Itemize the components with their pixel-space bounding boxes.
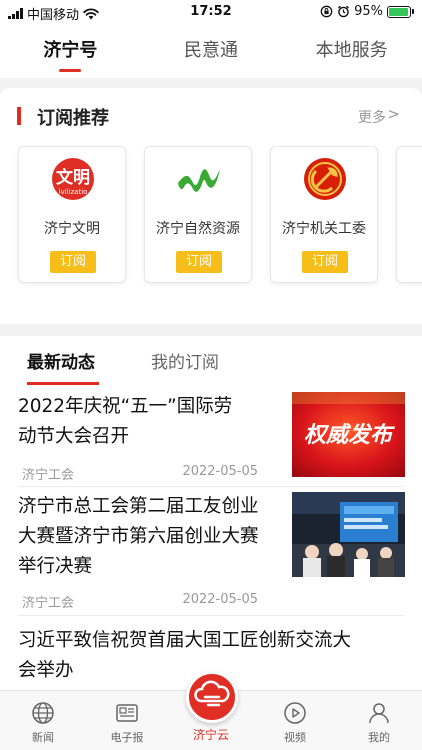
active-tab-indicator [27, 382, 99, 385]
tab-latest[interactable]: 最新动态 [27, 348, 95, 373]
section-accent-bar [17, 107, 21, 125]
alarm-icon [338, 5, 350, 18]
globe-icon [32, 702, 54, 724]
subscribe-item-name: 济宁文明 [44, 221, 100, 237]
subscribe-list: 文明 ivilizatio 济宁文明 订阅 济宁自然资源 订阅 济宁机关工委 订… [18, 146, 422, 283]
cloud-button [186, 671, 238, 723]
user-icon [369, 703, 389, 724]
more-link[interactable]: 更多 [358, 107, 386, 127]
subscribe-recommend-card: 订阅推荐 更多 > 文明 ivilizatio 济宁文明 订阅 济宁自然资源 订… [0, 88, 422, 324]
news-thumbnail: 权威发布 [292, 392, 405, 477]
subscribe-item-name: 济宁自然资源 [156, 221, 240, 237]
nav-label: 视频 [284, 731, 306, 744]
subscribe-title: 订阅推荐 [37, 108, 109, 129]
natural-resources-logo [176, 157, 222, 201]
subscribe-item-jining-natural-resources[interactable]: 济宁自然资源 订阅 [144, 146, 252, 283]
news-source: 济宁工会 [22, 596, 75, 611]
news-title: 2022年庆祝“五一”国际劳 动节大会召开 [18, 396, 233, 447]
bottom-nav: 新闻 电子报 济宁云 视频 我的 [0, 671, 422, 750]
status-bar: 中国移动 17:52 95% [0, 0, 422, 24]
nav-label: 我的 [368, 731, 390, 744]
news-date: 2022-05-05 [182, 464, 258, 479]
nav-label: 新闻 [32, 731, 54, 744]
tab-jining-hao[interactable]: 济宁号 [0, 24, 141, 78]
news-date: 2022-05-05 [182, 592, 258, 607]
nav-epaper[interactable]: 电子报 [92, 691, 162, 750]
svg-text:文明: 文明 [56, 167, 90, 188]
divider [18, 486, 404, 487]
orientation-lock-icon [320, 5, 333, 18]
news-item[interactable]: 济宁市总工会第二届工友创业 大赛暨济宁市第六届创业大赛 举行决赛 济宁工会 20… [0, 488, 422, 615]
news-item[interactable]: 2022年庆祝“五一”国际劳 动节大会召开 济宁工会 2022-05-05 权威… [0, 388, 422, 486]
top-tabs: 济宁号 民意通 本地服务 [0, 24, 422, 78]
divider [18, 615, 404, 616]
nav-profile[interactable]: 我的 [344, 691, 414, 750]
subscribe-item-name: 济宁机关工委 [282, 221, 366, 237]
svg-text:ivilizatio: ivilizatio [59, 188, 88, 196]
subscribe-header: 订阅推荐 更多 > [0, 102, 422, 130]
subscribe-item-partial[interactable] [396, 146, 422, 283]
status-right: 95% [320, 4, 414, 19]
news-thumbnail [292, 492, 405, 577]
subscribe-button[interactable]: 订阅 [50, 251, 96, 273]
nav-news[interactable]: 新闻 [8, 691, 78, 750]
news-source: 济宁工会 [22, 468, 75, 483]
subscribe-button[interactable]: 订阅 [302, 251, 348, 273]
newspaper-icon [116, 704, 138, 722]
news-feed: 2022年庆祝“五一”国际劳 动节大会召开 济宁工会 2022-05-05 权威… [0, 388, 422, 690]
news-tabs: 最新动态 我的订阅 [0, 336, 422, 388]
tab-minyitong[interactable]: 民意通 [141, 24, 282, 78]
news-title: 济宁市总工会第二届工友创业 大赛暨济宁市第六届创业大赛 举行决赛 [18, 496, 259, 577]
nav-video[interactable]: 视频 [260, 691, 330, 750]
chevron-right-icon[interactable]: > [387, 105, 400, 123]
battery-icon [387, 5, 414, 18]
party-emblem-logo [302, 157, 348, 201]
play-icon [284, 702, 306, 724]
nav-label: 电子报 [110, 731, 144, 744]
subscribe-item-jining-wenming[interactable]: 文明 ivilizatio 济宁文明 订阅 [18, 146, 126, 283]
tab-my-subscriptions[interactable]: 我的订阅 [151, 348, 219, 373]
battery-percent: 95% [354, 4, 383, 19]
nav-label: 济宁云 [192, 728, 229, 742]
tab-local-services[interactable]: 本地服务 [281, 24, 422, 78]
subscribe-item-jining-jiguan-gongwei[interactable]: 济宁机关工委 订阅 [270, 146, 378, 283]
subscribe-button[interactable]: 订阅 [176, 251, 222, 273]
nav-jining-cloud[interactable]: 济宁云 [181, 671, 241, 750]
jining-wenming-logo: 文明 ivilizatio [50, 157, 96, 201]
cloud-icon [194, 680, 230, 707]
svg-text:权威发布: 权威发布 [304, 422, 395, 448]
